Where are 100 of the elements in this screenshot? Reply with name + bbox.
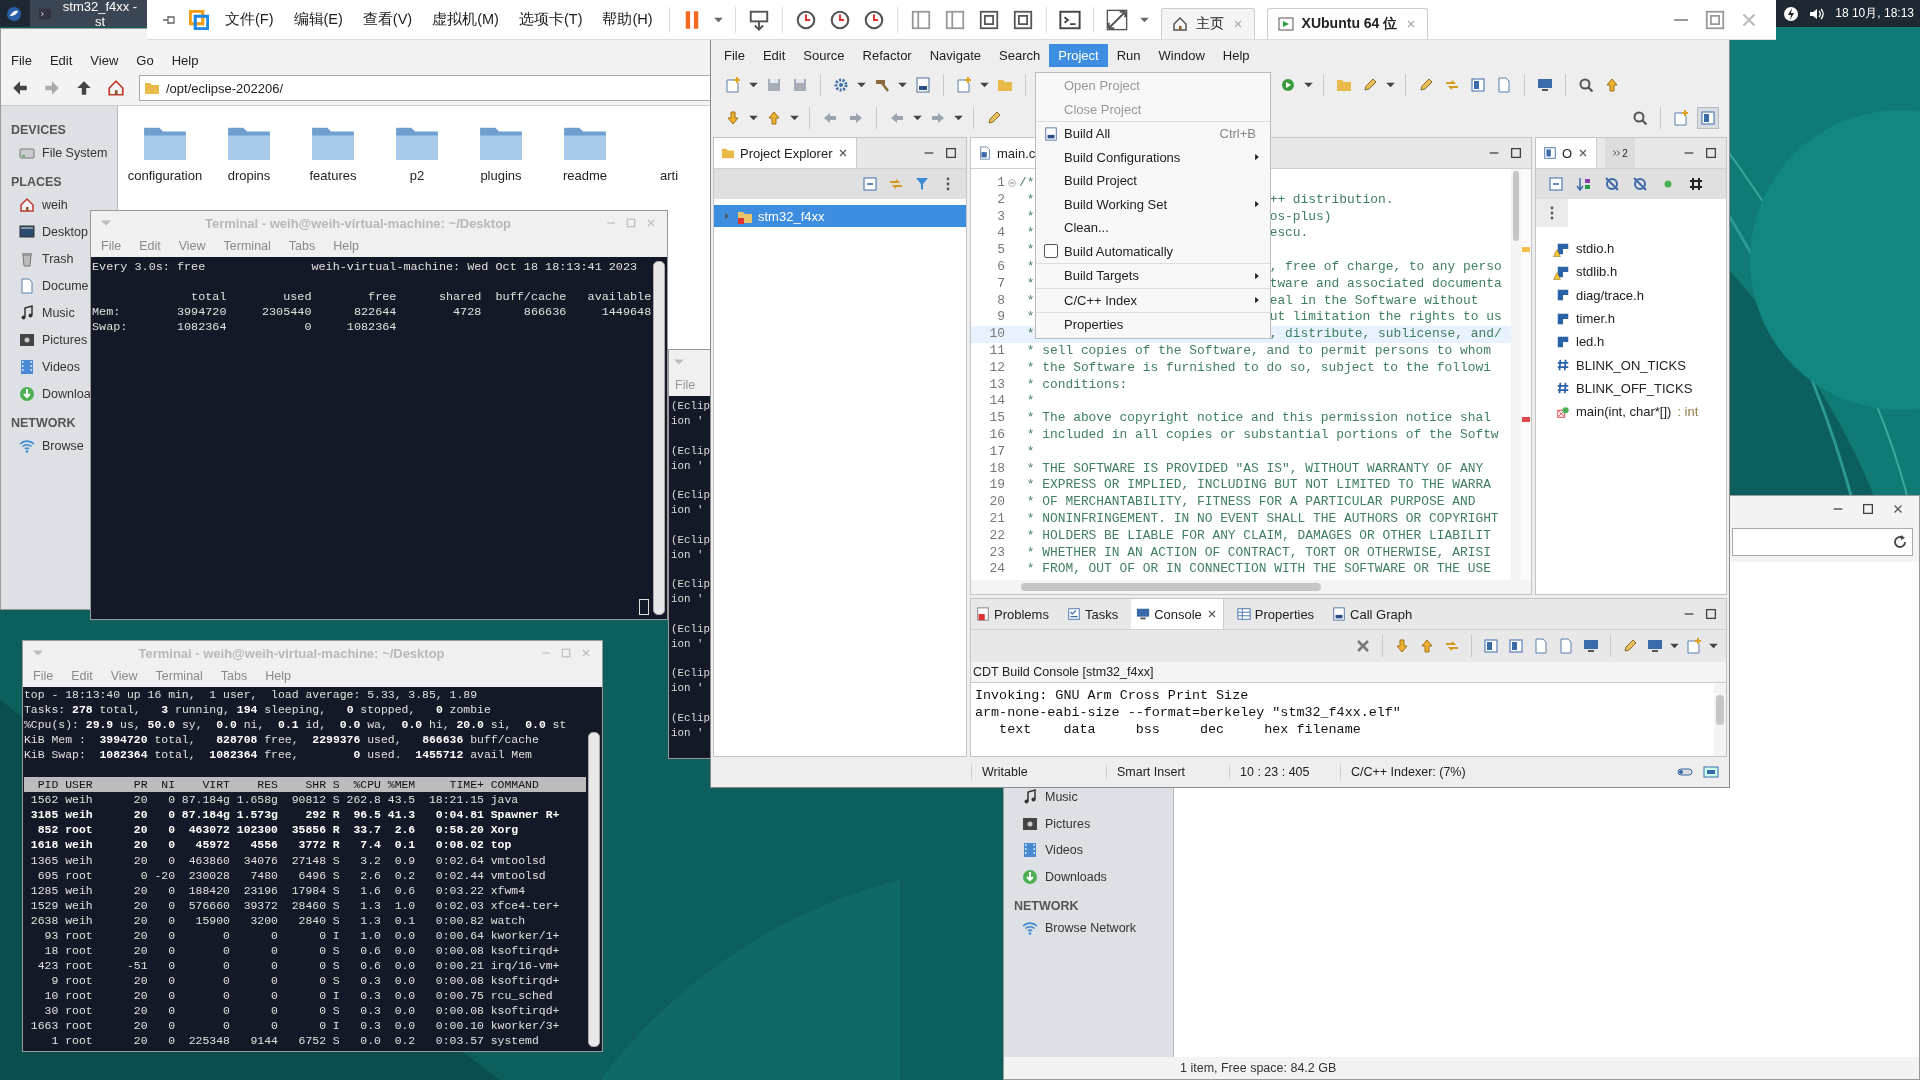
menu-item[interactable]: 虚拟机(M) <box>428 10 503 29</box>
sidebar-heading: DEVICES <box>10 122 67 139</box>
terminal-line: %Cpu(s): 29.9 us, 50.0 sy, 0.0 ni, 0.1 id, 0.0 wa, 0.0 hi, 20.0 si, 0.0 st <box>24 717 568 733</box>
menu-item[interactable]: 选项卡(T) <box>514 10 587 29</box>
menu-item[interactable]: Navigate <box>920 44 990 67</box>
terminal-line: ion ' <box>671 681 705 696</box>
line-number: 4 <box>996 225 1005 243</box>
line-number: 2 <box>996 191 1005 209</box>
process-row-text: 1618 weih 20 0 45972 4556 3772 R 7.4 0.1 0:08.02 top <box>29 837 513 853</box>
line-number: 9 <box>996 309 1005 327</box>
line-number: 6 <box>996 259 1005 276</box>
outline-item[interactable]: led.h <box>1536 330 1726 354</box>
view-tab[interactable]: Tasks <box>1061 599 1124 629</box>
folder-item[interactable]: features <box>291 124 375 183</box>
sidebar-item[interactable]: Pictures <box>1004 810 1093 837</box>
outline-item[interactable]: stdlib.h <box>1536 260 1726 284</box>
menu-item[interactable]: Clean... <box>1036 216 1270 240</box>
sidebar-item[interactable]: Downloads <box>1004 863 1109 890</box>
menu-item[interactable]: C/C++ Index <box>1036 288 1270 312</box>
process-row-text: 1663 root 20 0 0 0 0 I 0.3 0.0 0:00.10 kworker/3+ <box>29 1018 561 1034</box>
code-line: * <box>1025 292 1035 310</box>
menu-item[interactable]: Window <box>1149 44 1214 67</box>
sidebar-item[interactable]: Videos <box>1004 837 1085 864</box>
menu-item[interactable]: Search <box>990 44 1050 67</box>
menu-item[interactable]: Help <box>1213 44 1259 67</box>
outline-item[interactable]: BLINK_ON_TICKS <box>1536 353 1726 377</box>
folder-item[interactable]: arti <box>627 124 711 183</box>
menu-item[interactable]: Help <box>171 52 199 68</box>
sidebar-item[interactable]: Videos <box>1 353 82 380</box>
path-field[interactable]: /opt/eclipse-202206/ <box>139 75 711 101</box>
code-line: * EXPRESS OR IMPLIED, INCLUDING BUT NOT LIMITED TO THE WARRA <box>1025 477 1491 495</box>
terminal-line: (Eclip <box>671 577 711 592</box>
outline-item[interactable]: stdio.h <box>1536 237 1726 261</box>
sidebar-item[interactable]: File System <box>1 139 110 166</box>
outline-item[interactable]: diag/trace.h <box>1536 283 1726 307</box>
menu-item[interactable]: 查看(V) <box>358 10 417 29</box>
menu-item[interactable]: Run <box>1107 44 1150 67</box>
status-text: 10 : 23 : 405 <box>1229 765 1330 779</box>
view-tab[interactable]: Call Graph <box>1327 599 1418 629</box>
menu-item[interactable]: 文件(F) <box>221 10 278 29</box>
sidebar-item[interactable]: Music <box>1004 784 1080 811</box>
terminal-line: ion ' <box>671 458 705 474</box>
tab[interactable]: 主页 <box>1160 8 1255 39</box>
view-tab[interactable]: Properties <box>1231 599 1320 629</box>
menu-item[interactable]: Build Targets <box>1036 264 1270 288</box>
folder-item[interactable]: configuration <box>123 124 207 183</box>
console-line: arm-none-eabi-size --format=berkeley "stm32_f4xx.elf" <box>975 704 1402 721</box>
menu-item[interactable]: Properties <box>1036 313 1270 337</box>
terminal-line: (Eclip <box>671 443 711 459</box>
terminal-line: ion ' <box>671 636 705 652</box>
folder-item[interactable]: p2 <box>375 124 459 183</box>
process-row-text: 852 root 20 0 463072 102300 35856 R 33.7 2.6 0:58.20 Xorg <box>36 822 520 838</box>
sidebar-item[interactable]: Browse <box>1 432 86 459</box>
sidebar-item[interactable]: weih <box>1 191 70 218</box>
sidebar-item[interactable]: Docume <box>1 272 91 299</box>
menu-item[interactable]: File <box>715 44 754 67</box>
folder-item[interactable]: dropins <box>207 124 291 183</box>
line-number: 5 <box>996 242 1005 259</box>
sidebar-item[interactable]: Music <box>1 299 77 326</box>
code-line: , distribute, sublicense, and/ <box>1269 326 1502 343</box>
code-line: * THE SOFTWARE IS PROVIDED "AS IS", WITHOUT WARRANTY OF ANY <box>1025 460 1484 478</box>
sidebar-item[interactable]: Desktop <box>1 218 90 245</box>
view-tab[interactable]: Project Explorer <box>714 138 858 168</box>
outline-item[interactable]: main(int, char*[]) : int <box>1536 400 1726 424</box>
menu-item[interactable]: Refactor <box>853 44 921 67</box>
taskbar-item[interactable]: stm32_f4xx - st <box>30 0 150 27</box>
menu-item[interactable]: Edit <box>753 44 795 67</box>
folder-item[interactable]: plugins <box>459 124 543 183</box>
menu-item[interactable]: Go <box>136 52 154 68</box>
table-header: PID USER PR NI VIRT RES SHR S %CPU %MEM TIME+ COMMAND <box>24 777 586 793</box>
outline-item[interactable]: timer.h <box>1536 306 1726 331</box>
menu-item[interactable]: View <box>90 52 119 68</box>
menu-item[interactable]: Build Project <box>1036 169 1270 193</box>
menu-item[interactable]: 编辑(E) <box>289 10 347 29</box>
code-line: * <box>1025 242 1035 259</box>
sidebar-item[interactable]: Browse Network <box>1004 915 1138 942</box>
view-tab[interactable]: O <box>1536 138 1598 168</box>
code-line: /* <box>1019 175 1035 192</box>
view-tab[interactable]: Problems <box>971 599 1054 629</box>
code-line: ++ distribution. <box>1269 191 1394 209</box>
menu-item[interactable]: Source <box>794 44 854 67</box>
menu-item[interactable]: File <box>11 52 32 68</box>
status-text: C/C++ Indexer: (7%) <box>1340 765 1466 779</box>
tab[interactable]: XUbuntu 64 位 <box>1266 8 1429 39</box>
view-tab[interactable]: Console <box>1131 599 1224 629</box>
menu-item[interactable]: Edit <box>49 52 73 68</box>
menu-item[interactable]: Build Automatically <box>1036 239 1270 263</box>
menu-item[interactable]: 帮助(H) <box>598 10 657 29</box>
outline-item[interactable]: BLINK_OFF_TICKS <box>1536 376 1726 401</box>
sidebar-item[interactable]: Downloa <box>1 380 93 407</box>
sidebar-item[interactable]: Trash <box>1 245 76 272</box>
terminal-line: (Eclip <box>671 399 711 414</box>
code-line: * <box>1025 393 1035 411</box>
process-row-text: 93 root 20 0 0 0 0 I 1.0 0.0 0:00.64 kworker/1+ <box>43 927 561 943</box>
clock[interactable]: 18 10月, 18:13 <box>1835 5 1914 22</box>
overflow-tab[interactable]: 2 <box>1605 138 1635 168</box>
folder-item[interactable]: readme <box>543 124 627 183</box>
menu-item[interactable]: Build Working Set <box>1036 192 1270 216</box>
process-row-text: 695 root 0 -20 230028 7480 6496 S 2.6 0.2 0:02.44 vmtoolsd <box>36 867 547 883</box>
sidebar-item[interactable]: Pictures <box>1 326 90 353</box>
